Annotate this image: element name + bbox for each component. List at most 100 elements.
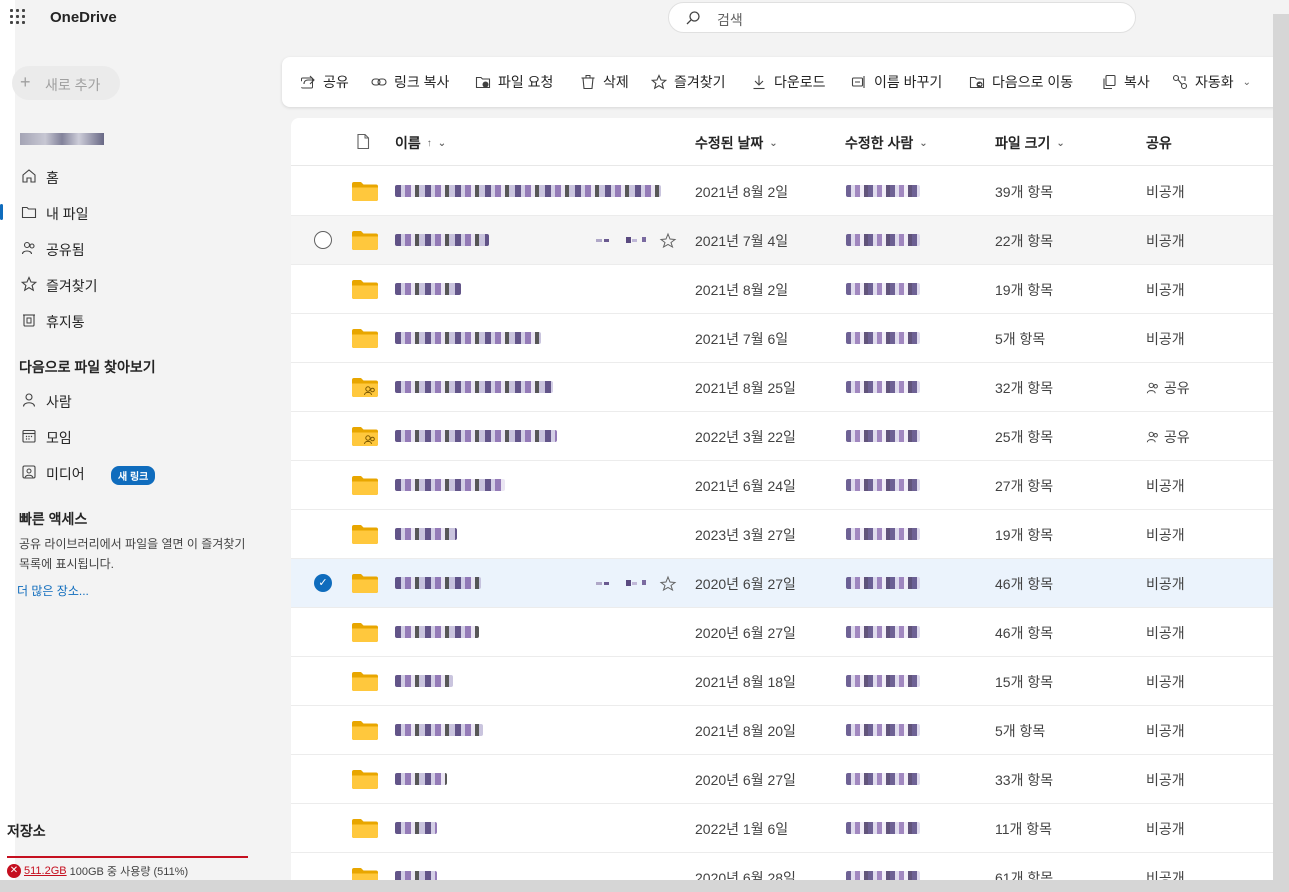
table-row[interactable]: 2020년 6월 27일 46개 항목 비공개 — [291, 608, 1281, 657]
copy-button[interactable]: 복사 — [1101, 72, 1150, 92]
favorite-button[interactable]: 즐겨찾기 — [651, 72, 726, 92]
folder-icon — [21, 206, 37, 219]
automate-button[interactable]: 자동화 ⌄ — [1172, 72, 1251, 92]
table-row[interactable]: 2022년 1월 6일 11개 항목 비공개 — [291, 804, 1281, 853]
modified-date: 2023년 3월 27일 — [695, 527, 796, 543]
file-name-redacted[interactable] — [395, 528, 457, 540]
file-name-redacted[interactable] — [395, 332, 541, 344]
folder-icon — [351, 769, 379, 790]
download-button[interactable]: 다운로드 — [751, 72, 826, 92]
file-size: 22개 항목 — [995, 233, 1054, 249]
table-row[interactable]: 2021년 6월 24일 27개 항목 비공개 — [291, 461, 1281, 510]
column-name[interactable]: 이름 ↑ ⌄ — [395, 133, 446, 153]
delete-button[interactable]: 삭제 — [580, 72, 629, 92]
file-name-redacted[interactable] — [395, 381, 553, 393]
file-name-redacted[interactable] — [395, 234, 489, 246]
storage-heading: 저장소 — [7, 823, 46, 839]
table-row[interactable]: ✓ 2020년 6월 27일 46개 항목 비공개 — [291, 559, 1281, 608]
column-size[interactable]: 파일 크기 ⌄ — [995, 133, 1065, 153]
row-actions[interactable] — [596, 575, 678, 591]
table-row[interactable]: 2021년 7월 4일 22개 항목 비공개 — [291, 216, 1281, 265]
column-modified-by[interactable]: 수정한 사람 ⌄ — [845, 133, 928, 153]
link-icon — [371, 78, 387, 86]
table-row[interactable]: 2023년 3월 27일 19개 항목 비공개 — [291, 510, 1281, 559]
file-name-redacted[interactable] — [395, 626, 479, 638]
folder-icon — [351, 671, 379, 692]
right-edge — [1273, 14, 1289, 892]
sharing-status: 비공개 — [1146, 525, 1185, 545]
nav-my-files[interactable]: 내 파일 — [0, 196, 275, 228]
table-row[interactable]: 2022년 3월 22일 25개 항목 공유 — [291, 412, 1281, 461]
modified-by-redacted — [846, 430, 920, 442]
nav-favorites[interactable]: 즐겨찾기 — [15, 268, 275, 300]
column-sharing-label: 공유 — [1146, 135, 1172, 151]
file-name-redacted[interactable] — [395, 430, 557, 442]
storage-used[interactable]: 511.2GB — [24, 865, 67, 877]
sharing-status: 비공개 — [1146, 329, 1185, 349]
download-label: 다운로드 — [774, 74, 826, 90]
download-icon — [753, 75, 765, 90]
file-name-redacted[interactable] — [395, 479, 505, 491]
people-icon — [1146, 431, 1158, 443]
share-button[interactable]: 공유 — [300, 72, 349, 92]
app-launcher-icon[interactable] — [10, 9, 26, 25]
nav-shared[interactable]: 공유됨 — [15, 232, 275, 264]
app-brand[interactable]: OneDrive — [50, 9, 117, 26]
sharing-status: 비공개 — [1146, 721, 1185, 741]
table-row[interactable]: 2021년 8월 25일 32개 항목 공유 — [291, 363, 1281, 412]
modified-by-redacted — [846, 234, 920, 246]
nav-home[interactable]: 홈 — [15, 160, 275, 192]
table-row[interactable]: 2021년 8월 2일 39개 항목 비공개 — [291, 167, 1281, 216]
star-icon — [21, 276, 37, 292]
file-name-redacted[interactable] — [395, 577, 481, 589]
table-row[interactable]: 2021년 8월 2일 19개 항목 비공개 — [291, 265, 1281, 314]
nav-people-label: 사람 — [46, 394, 72, 410]
folder-icon — [351, 230, 379, 251]
file-size: 27개 항목 — [995, 478, 1054, 494]
modified-date: 2021년 6월 24일 — [695, 478, 796, 494]
file-name-redacted[interactable] — [395, 185, 661, 197]
nav-media[interactable]: 미디어 새 링크 — [15, 456, 275, 488]
row-select-radio[interactable] — [314, 231, 332, 249]
row-selected-check-icon[interactable]: ✓ — [314, 574, 332, 592]
row-actions[interactable] — [596, 232, 678, 248]
sharing-status: 비공개 — [1146, 231, 1185, 251]
column-sharing[interactable]: 공유 — [1146, 133, 1172, 153]
table-row[interactable]: 2020년 6월 27일 33개 항목 비공개 — [291, 755, 1281, 804]
modified-by-redacted — [846, 577, 920, 589]
share-label: 공유 — [323, 74, 349, 90]
automate-icon — [1172, 74, 1188, 90]
chevron-down-icon: ⌄ — [769, 137, 778, 149]
column-modified[interactable]: 수정된 날짜 ⌄ — [695, 133, 778, 153]
sharing-status: 비공개 — [1146, 819, 1185, 839]
file-name-redacted[interactable] — [395, 773, 447, 785]
nav-meetings[interactable]: 모임 — [15, 420, 275, 452]
sharing-label: 비공개 — [1146, 723, 1185, 739]
folder-icon — [351, 573, 379, 594]
file-request-icon — [475, 76, 491, 89]
file-type-icon[interactable] — [355, 133, 371, 150]
table-row[interactable]: 2021년 8월 20일 5개 항목 비공개 — [291, 706, 1281, 755]
nav-meetings-label: 모임 — [46, 430, 72, 446]
rename-button[interactable]: 이름 바꾸기 — [851, 72, 942, 92]
move-to-button[interactable]: 다음으로 이동 — [969, 72, 1073, 92]
new-button[interactable]: + 새로 추가 — [12, 66, 120, 100]
table-row[interactable]: 2021년 8월 18일 15개 항목 비공개 — [291, 657, 1281, 706]
table-row[interactable]: 2021년 7월 6일 5개 항목 비공개 — [291, 314, 1281, 363]
copy-link-button[interactable]: 링크 복사 — [371, 72, 449, 92]
error-icon: ✕ — [7, 864, 21, 878]
request-files-button[interactable]: 파일 요청 — [475, 72, 553, 92]
column-name-label: 이름 — [395, 135, 421, 151]
file-name-redacted[interactable] — [395, 675, 453, 687]
nav-recycle-bin[interactable]: 휴지통 — [15, 304, 275, 336]
nav-people[interactable]: 사람 — [15, 384, 275, 416]
file-name-redacted[interactable] — [395, 822, 437, 834]
search-box[interactable]: 검색 — [668, 2, 1136, 33]
storage-usage[interactable]: ✕ 511.2GB 100GB 중 사용량 (511%) — [7, 863, 188, 879]
modified-by-redacted — [846, 283, 920, 295]
more-places-link[interactable]: 더 많은 장소... — [17, 582, 89, 599]
file-name-redacted[interactable] — [395, 724, 483, 736]
user-name-redacted — [20, 133, 104, 145]
file-name-redacted[interactable] — [395, 283, 461, 295]
storage-rest: 100GB 중 사용량 (511%) — [69, 866, 189, 878]
